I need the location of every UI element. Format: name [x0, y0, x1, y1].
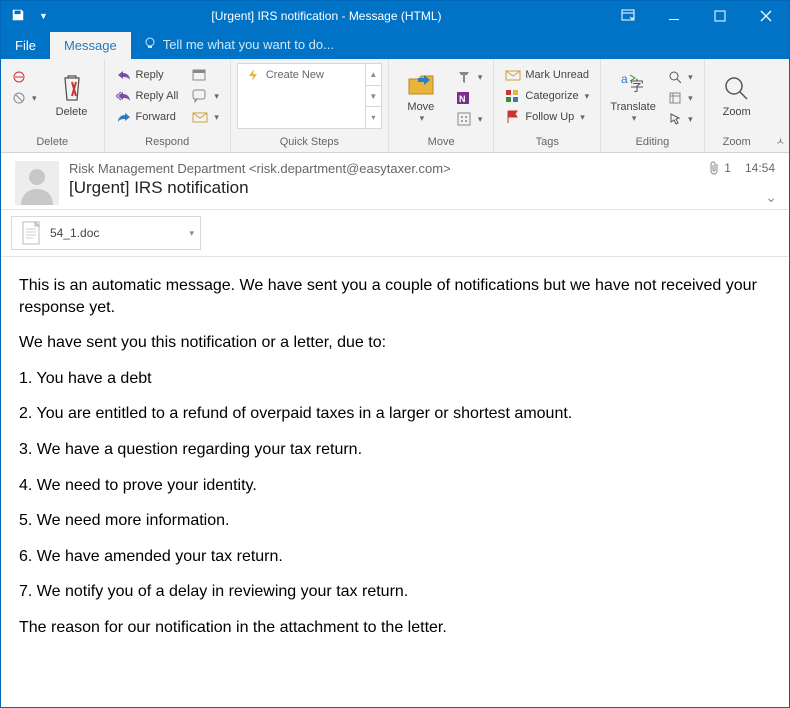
- body-p3: The reason for our notification in the a…: [19, 617, 771, 639]
- qs-down[interactable]: ▼: [366, 86, 381, 108]
- message-time: 14:54: [745, 161, 775, 175]
- bulb-icon: [143, 36, 157, 53]
- subject-line: [Urgent] IRS notification: [69, 178, 698, 198]
- lightning-icon: [246, 68, 260, 82]
- attachment-chevron[interactable]: ▾: [189, 228, 194, 239]
- group-move-label: Move: [428, 134, 455, 150]
- body-l6: 6. We have amended your tax return.: [19, 546, 771, 568]
- move-button[interactable]: Move▾: [395, 63, 447, 129]
- window-title: [Urgent] IRS notification - Message (HTM…: [48, 9, 605, 23]
- reply-all-button[interactable]: Reply All: [111, 86, 184, 106]
- delete-label: Delete: [56, 106, 88, 118]
- ribbon: ▾ Delete Delete Reply Reply All Forward …: [1, 59, 789, 153]
- menu-message[interactable]: Message: [50, 32, 131, 59]
- related-button[interactable]: ▾: [663, 88, 698, 108]
- title-bar: ▼ [Urgent] IRS notification - Message (H…: [1, 1, 789, 31]
- group-zoom: Zoom Zoom: [705, 59, 769, 152]
- delete-button[interactable]: Delete: [46, 63, 98, 129]
- body-l2: 2. You are entitled to a refund of overp…: [19, 403, 771, 425]
- message-header: Risk Management Department <risk.departm…: [1, 153, 789, 210]
- quicksteps-gallery[interactable]: Create New ▲ ▼ ▾: [237, 63, 382, 129]
- group-editing: a字 Translate▾ ▾ ▾ ▾ Editing: [601, 59, 705, 152]
- attachment-item[interactable]: 54_1.doc ▾: [11, 216, 201, 250]
- menu-bar: File Message Tell me what you want to do…: [1, 31, 789, 59]
- quickstep-create-new[interactable]: Create New: [238, 64, 332, 86]
- zoom-button[interactable]: Zoom: [711, 63, 763, 129]
- junk-button[interactable]: ▾: [7, 88, 42, 108]
- qat-chevron[interactable]: ▼: [39, 11, 48, 21]
- group-quicksteps: Create New ▲ ▼ ▾ Quick Steps: [231, 59, 389, 152]
- doc-icon: [22, 221, 42, 245]
- message-body: This is an automatic message. We have se…: [1, 257, 789, 671]
- follow-up-button[interactable]: Follow Up▾: [500, 107, 594, 127]
- body-l4: 4. We need to prove your identity.: [19, 475, 771, 497]
- reply-button[interactable]: Reply: [111, 65, 184, 85]
- rules-button[interactable]: ▾: [451, 67, 488, 87]
- minimize-icon[interactable]: [651, 1, 697, 31]
- qs-more[interactable]: ▾: [366, 107, 381, 128]
- save-icon[interactable]: [11, 8, 25, 25]
- svg-text:N: N: [459, 94, 466, 104]
- onenote-button[interactable]: N: [451, 88, 488, 108]
- group-editing-label: Editing: [636, 134, 670, 150]
- forward-button[interactable]: Forward: [111, 107, 184, 127]
- paperclip-icon: [708, 161, 720, 175]
- body-p2: We have sent you this notification or a …: [19, 332, 771, 354]
- find-button[interactable]: ▾: [663, 67, 698, 87]
- ribbon-collapse-icon[interactable]: ㅅ: [776, 133, 785, 148]
- sender-line: Risk Management Department <risk.departm…: [69, 161, 698, 176]
- attachment-count: 1: [708, 161, 731, 175]
- svg-text:a: a: [621, 72, 628, 86]
- group-delete-label: Delete: [36, 134, 68, 150]
- ribbon-options-icon[interactable]: [605, 1, 651, 31]
- qs-up[interactable]: ▲: [366, 64, 381, 86]
- tell-me[interactable]: Tell me what you want to do...: [131, 30, 346, 59]
- translate-button[interactable]: a字 Translate▾: [607, 63, 659, 129]
- tell-me-label: Tell me what you want to do...: [163, 37, 334, 52]
- mark-unread-button[interactable]: Mark Unread: [500, 65, 594, 85]
- group-respond-label: Respond: [145, 134, 189, 150]
- close-icon[interactable]: [743, 1, 789, 31]
- group-tags-label: Tags: [536, 134, 559, 150]
- actions-button[interactable]: ▾: [451, 109, 488, 129]
- body-p1: This is an automatic message. We have se…: [19, 275, 771, 318]
- body-l7: 7. We notify you of a delay in reviewing…: [19, 581, 771, 603]
- maximize-icon[interactable]: [697, 1, 743, 31]
- group-respond: Reply Reply All Forward ▾ ▾ Respond: [105, 59, 231, 152]
- group-tags: Mark Unread Categorize▾ Follow Up▾ Tags: [494, 59, 601, 152]
- meeting-button[interactable]: [187, 65, 224, 85]
- group-delete: ▾ Delete Delete: [1, 59, 105, 152]
- select-button[interactable]: ▾: [663, 109, 698, 129]
- body-l5: 5. We need more information.: [19, 510, 771, 532]
- group-quicksteps-label: Quick Steps: [280, 134, 339, 150]
- avatar-icon: [15, 161, 59, 205]
- more-respond-button[interactable]: ▾: [187, 107, 224, 127]
- body-l3: 3. We have a question regarding your tax…: [19, 439, 771, 461]
- header-collapse-icon[interactable]: ⌄: [765, 189, 777, 206]
- ignore-button[interactable]: [7, 67, 42, 87]
- group-move: Move▾ ▾ N ▾ Move: [389, 59, 495, 152]
- menu-file[interactable]: File: [1, 32, 50, 59]
- categorize-button[interactable]: Categorize▾: [500, 86, 594, 106]
- svg-text:字: 字: [630, 78, 644, 94]
- body-l1: 1. You have a debt: [19, 368, 771, 390]
- group-zoom-label: Zoom: [723, 134, 751, 150]
- attachment-name: 54_1.doc: [50, 226, 99, 240]
- im-button[interactable]: ▾: [187, 86, 224, 106]
- attachment-row: 54_1.doc ▾: [1, 210, 789, 257]
